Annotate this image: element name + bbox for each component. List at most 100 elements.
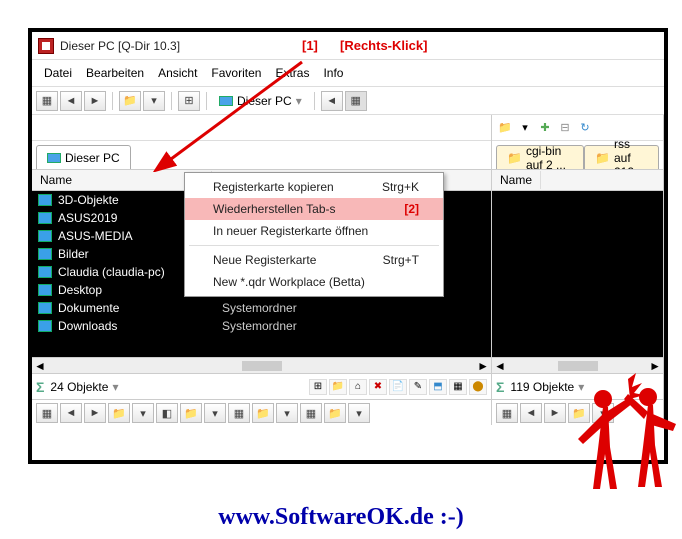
item-name: Dokumente bbox=[58, 301, 119, 315]
sigma-icon: Σ bbox=[36, 379, 44, 395]
folder-button[interactable]: 📁 bbox=[108, 403, 130, 423]
right-tabs: 📁 cgi-bin auf 2 ... 📁 rss auf 212 bbox=[492, 141, 663, 169]
tab-dieser-pc[interactable]: Dieser PC bbox=[36, 145, 131, 169]
view-icon-button[interactable]: ▦ bbox=[228, 403, 250, 423]
view-dropdown[interactable]: ▾ bbox=[132, 403, 154, 423]
view-icon-button[interactable]: ▦ bbox=[300, 403, 322, 423]
tab-rss[interactable]: 📁 rss auf 212 bbox=[584, 145, 659, 169]
item-name: ASUS2019 bbox=[58, 211, 117, 225]
scroll-right-icon[interactable]: ► bbox=[477, 359, 489, 373]
context-menu-item[interactable]: Registerkarte kopierenStrg+K bbox=[185, 176, 443, 198]
monitor-icon bbox=[219, 96, 233, 106]
separator bbox=[112, 92, 113, 110]
status-icon[interactable]: 📄 bbox=[389, 379, 407, 395]
view-icon-button[interactable]: ▦ bbox=[496, 403, 518, 423]
view-dropdown[interactable]: ▾ bbox=[348, 403, 370, 423]
context-menu-item[interactable]: New *.qdr Workplace (Betta) bbox=[185, 271, 443, 293]
left-status-icons: ⊞ 📁 ⌂ ✖ 📄 ✎ ⬒ ▦ ⬤ bbox=[309, 379, 487, 395]
context-menu-item[interactable]: In neuer Registerkarte öffnen bbox=[185, 220, 443, 242]
menu-favoriten[interactable]: Favoriten bbox=[205, 64, 267, 82]
right-list-body[interactable] bbox=[492, 191, 663, 357]
item-name: Downloads bbox=[58, 319, 117, 333]
separator bbox=[314, 92, 315, 110]
tab-label: cgi-bin auf 2 ... bbox=[526, 144, 573, 172]
scroll-thumb[interactable] bbox=[242, 361, 282, 371]
menubar: Datei Bearbeiten Ansicht Favoriten Extra… bbox=[32, 60, 664, 87]
column-name[interactable]: Name bbox=[492, 171, 541, 189]
menu-item-label: Neue Registerkarte bbox=[213, 253, 316, 267]
chevron-down-icon: ▾ bbox=[296, 94, 302, 108]
folder-icon: 📁 bbox=[595, 151, 610, 165]
window-title: Dieser PC [Q-Dir 10.3] bbox=[60, 39, 180, 53]
chevron-down-icon[interactable]: ▾ bbox=[112, 380, 118, 394]
chevron-down-icon[interactable]: ▾ bbox=[516, 120, 534, 136]
context-menu: Registerkarte kopierenStrg+KWiederherste… bbox=[184, 172, 444, 297]
menu-item-label: In neuer Registerkarte öffnen bbox=[213, 224, 368, 238]
left-status-bar: Σ 24 Objekte ▾ ⊞ 📁 ⌂ ✖ 📄 ✎ ⬒ ▦ ⬤ bbox=[32, 373, 491, 399]
layout-split-button[interactable]: ⊞ bbox=[178, 91, 200, 111]
view-dropdown[interactable]: ▾ bbox=[204, 403, 226, 423]
menu-item-shortcut: Strg+K bbox=[382, 180, 419, 194]
item-icon bbox=[38, 194, 52, 206]
main-toolbar: ▦ ◄ ► 📁 ▾ ⊞ Dieser PC ▾ ◄ ▦ bbox=[32, 87, 664, 115]
status-icon[interactable]: ⌂ bbox=[349, 379, 367, 395]
refresh-icon[interactable]: ↻ bbox=[576, 120, 594, 136]
menu-info[interactable]: Info bbox=[317, 64, 349, 82]
status-icon[interactable]: ▦ bbox=[449, 379, 467, 395]
item-icon bbox=[38, 302, 52, 314]
list-item[interactable]: DokumenteSystemordner bbox=[32, 299, 491, 317]
address-bar[interactable]: Dieser PC ▾ bbox=[213, 94, 308, 108]
menu-item-label: Wiederherstellen Tab-s bbox=[213, 202, 336, 216]
layout-button[interactable]: ▦ bbox=[36, 91, 58, 111]
status-icon[interactable]: ⊞ bbox=[309, 379, 327, 395]
menu-bearbeiten[interactable]: Bearbeiten bbox=[80, 64, 150, 82]
forward-button[interactable]: ► bbox=[84, 403, 106, 423]
status-icon[interactable]: ⬒ bbox=[429, 379, 447, 395]
status-icon[interactable]: ✖ bbox=[369, 379, 387, 395]
left-scrollbar-h[interactable]: ◄ ► bbox=[32, 357, 491, 373]
item-name: Desktop bbox=[58, 283, 102, 297]
folder-button[interactable]: 📁 bbox=[324, 403, 346, 423]
tool-icon[interactable]: ✚ bbox=[536, 120, 554, 136]
menu-ansicht[interactable]: Ansicht bbox=[152, 64, 203, 82]
status-icon[interactable]: ⬤ bbox=[469, 379, 487, 395]
folder-icon[interactable]: 📁 bbox=[496, 120, 514, 136]
scroll-left-icon[interactable]: ◄ bbox=[494, 359, 506, 373]
separator bbox=[206, 92, 207, 110]
menu-datei[interactable]: Datei bbox=[38, 64, 78, 82]
back2-button[interactable]: ◄ bbox=[321, 91, 343, 111]
left-pane-toolbar bbox=[32, 115, 491, 141]
status-icon[interactable]: 📁 bbox=[329, 379, 347, 395]
item-icon bbox=[38, 266, 52, 278]
folder-button[interactable]: 📁 bbox=[119, 91, 141, 111]
sigma-icon: Σ bbox=[496, 379, 504, 395]
forward-button[interactable]: ► bbox=[84, 91, 106, 111]
folder-button[interactable]: 📁 bbox=[252, 403, 274, 423]
view-icon-button[interactable]: ▦ bbox=[36, 403, 58, 423]
view-dropdown[interactable]: ▾ bbox=[276, 403, 298, 423]
item-icon bbox=[38, 230, 52, 242]
folder-icon: 📁 bbox=[507, 151, 522, 165]
menu-extras[interactable]: Extras bbox=[269, 64, 315, 82]
back-button[interactable]: ◄ bbox=[60, 403, 82, 423]
context-menu-item[interactable]: Neue RegisterkarteStrg+T bbox=[185, 249, 443, 271]
left-tabs: Dieser PC bbox=[32, 141, 491, 169]
scroll-left-icon[interactable]: ◄ bbox=[34, 359, 46, 373]
status-icon[interactable]: ✎ bbox=[409, 379, 427, 395]
item-icon bbox=[38, 320, 52, 332]
item-name: Claudia (claudia-pc) bbox=[58, 265, 165, 279]
drive-icon[interactable]: ⊟ bbox=[556, 120, 574, 136]
back-button[interactable]: ◄ bbox=[60, 91, 82, 111]
view-dropdown[interactable]: ▾ bbox=[143, 91, 165, 111]
annotation-1b: [Rechts-Klick] bbox=[340, 38, 427, 53]
view-icon-button[interactable]: ◧ bbox=[156, 403, 178, 423]
list-item[interactable]: DownloadsSystemordner bbox=[32, 317, 491, 335]
context-menu-item[interactable]: Wiederherstellen Tab-s[2] bbox=[185, 198, 443, 220]
menu-divider bbox=[189, 245, 439, 246]
monitor-icon bbox=[47, 153, 61, 163]
layout2-button[interactable]: ▦ bbox=[345, 91, 367, 111]
folder-button[interactable]: 📁 bbox=[180, 403, 202, 423]
back-button[interactable]: ◄ bbox=[520, 403, 542, 423]
tab-cgi-bin[interactable]: 📁 cgi-bin auf 2 ... bbox=[496, 145, 584, 169]
address-label: Dieser PC bbox=[237, 94, 292, 108]
